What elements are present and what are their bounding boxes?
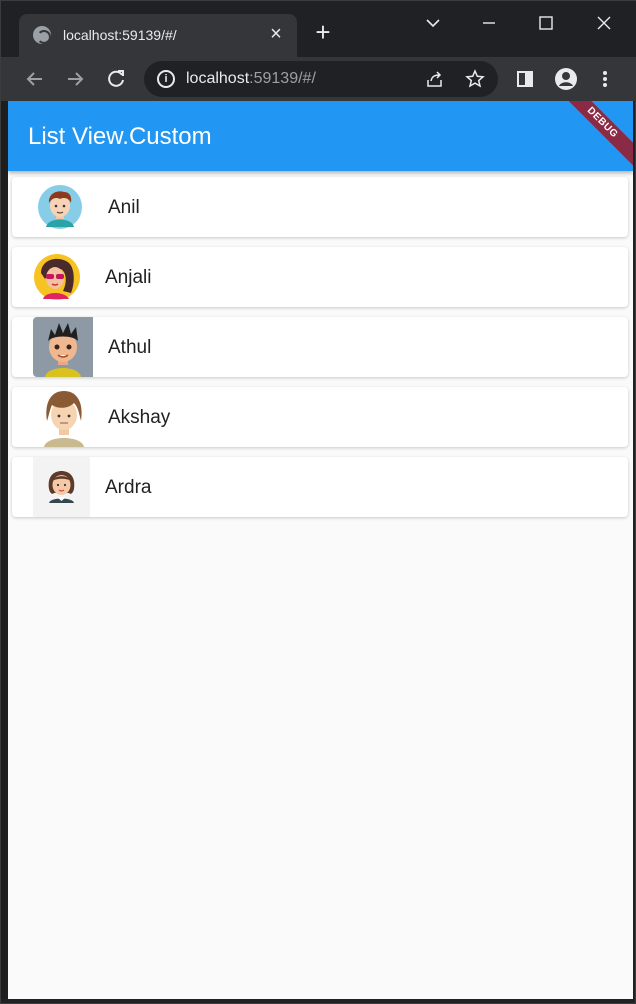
girl-sunglasses-avatar-icon	[33, 253, 81, 301]
boy-spiky-hair-3d-avatar-icon	[33, 317, 93, 377]
profile-icon[interactable]	[552, 65, 580, 93]
browser-toolbar: i localhost:59139/#/	[1, 57, 636, 101]
side-panel-icon[interactable]	[511, 65, 539, 93]
boy-long-hair-avatar-icon	[38, 387, 90, 447]
close-window-icon[interactable]	[590, 9, 618, 37]
person-name: Athul	[108, 337, 152, 358]
maximize-icon[interactable]	[532, 9, 560, 37]
reload-icon[interactable]	[102, 65, 130, 93]
site-info-icon[interactable]: i	[157, 70, 175, 88]
url-text[interactable]: localhost:59139/#/	[186, 70, 316, 88]
tab-strip: localhost:59139/#/ × +	[1, 1, 636, 57]
tab-search-icon[interactable]	[419, 9, 447, 37]
address-bar[interactable]: i localhost:59139/#/	[144, 61, 498, 97]
girl-short-hair-avatar-icon	[33, 457, 90, 517]
globe-icon	[33, 26, 51, 44]
back-arrow-icon[interactable]	[21, 65, 49, 93]
page-viewport: List View.Custom DEBUG Anil Anjali Athul…	[8, 101, 633, 999]
person-name: Ardra	[105, 477, 152, 498]
list-item[interactable]: Akshay	[12, 387, 628, 447]
new-tab-button[interactable]: +	[310, 19, 336, 45]
list-item[interactable]: Anil	[12, 177, 628, 237]
person-name: Akshay	[108, 407, 171, 428]
person-list: Anil Anjali Athul Akshay Ardra	[12, 177, 628, 527]
background-editor-strip	[1, 101, 8, 999]
tab-title: localhost:59139/#/	[63, 27, 177, 43]
browser-tab[interactable]: localhost:59139/#/ ×	[19, 14, 297, 57]
bookmark-star-icon[interactable]	[465, 69, 485, 89]
close-tab-icon[interactable]: ×	[265, 23, 287, 45]
minimize-icon[interactable]	[475, 9, 503, 37]
forward-arrow-icon[interactable]	[61, 65, 89, 93]
list-item[interactable]: Anjali	[12, 247, 628, 307]
page-title: List View.Custom	[28, 123, 212, 150]
app-bar: List View.Custom	[8, 101, 633, 171]
boy-cartoon-avatar-icon	[36, 183, 84, 231]
list-item[interactable]: Ardra	[12, 457, 628, 517]
person-name: Anil	[108, 197, 140, 218]
share-icon[interactable]	[425, 69, 445, 89]
list-item[interactable]: Athul	[12, 317, 628, 377]
menu-dots-icon[interactable]	[591, 65, 619, 93]
person-name: Anjali	[105, 267, 152, 288]
browser-window: localhost:59139/#/ × + i localhost:59139	[0, 0, 636, 1004]
